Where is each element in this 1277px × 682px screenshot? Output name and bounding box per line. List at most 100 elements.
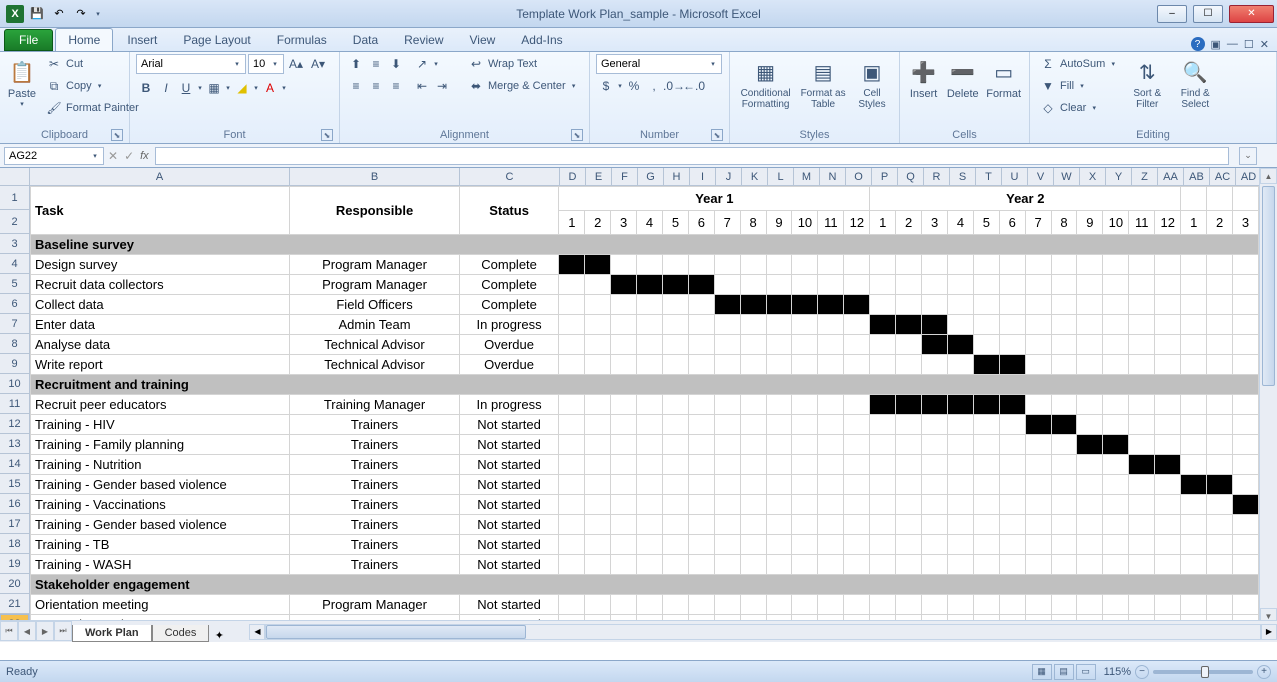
gantt-cell[interactable] (1129, 335, 1155, 355)
gantt-cell[interactable] (1129, 315, 1155, 335)
gantt-cell[interactable] (585, 515, 611, 535)
col-header[interactable]: O (846, 168, 872, 185)
row-header[interactable]: 18 (0, 534, 29, 554)
gantt-cell[interactable] (922, 535, 948, 555)
gantt-cell[interactable] (922, 395, 948, 415)
tab-view[interactable]: View (458, 29, 508, 51)
next-sheet-icon[interactable]: ▶ (36, 621, 54, 641)
gantt-cell[interactable] (1207, 355, 1233, 375)
task-cell[interactable]: Training - Family planning (31, 435, 290, 455)
gantt-cell[interactable] (688, 535, 714, 555)
gantt-cell[interactable] (870, 395, 896, 415)
name-box[interactable]: AG22▾ (4, 147, 104, 165)
gantt-cell[interactable] (948, 555, 974, 575)
gantt-cell[interactable] (922, 275, 948, 295)
gantt-cell[interactable] (1077, 435, 1103, 455)
formula-input[interactable] (155, 147, 1229, 165)
gantt-cell[interactable] (1025, 495, 1051, 515)
gantt-cell[interactable] (844, 335, 870, 355)
col-header[interactable]: W (1054, 168, 1080, 185)
gantt-cell[interactable] (662, 335, 688, 355)
section-row[interactable]: Recruitment and training (31, 375, 1259, 395)
gantt-cell[interactable] (870, 495, 896, 515)
month-header[interactable]: 1 (559, 211, 585, 235)
gantt-cell[interactable] (896, 515, 922, 535)
doc-close-icon[interactable]: ✕ (1260, 38, 1269, 51)
gantt-cell[interactable] (637, 395, 663, 415)
gantt-cell[interactable] (1051, 535, 1077, 555)
gantt-cell[interactable] (948, 495, 974, 515)
gantt-cell[interactable] (870, 255, 896, 275)
tab-addins[interactable]: Add-Ins (509, 29, 574, 51)
gantt-cell[interactable] (818, 355, 844, 375)
gantt-cell[interactable] (766, 495, 792, 515)
gantt-cell[interactable] (896, 275, 922, 295)
gantt-cell[interactable] (1025, 335, 1051, 355)
gantt-cell[interactable] (973, 515, 999, 535)
gantt-cell[interactable] (999, 275, 1025, 295)
gantt-cell[interactable] (896, 555, 922, 575)
month-header[interactable]: 7 (714, 211, 740, 235)
gantt-cell[interactable] (1051, 495, 1077, 515)
gantt-cell[interactable] (1155, 495, 1181, 515)
gantt-cell[interactable] (844, 355, 870, 375)
gantt-cell[interactable] (714, 595, 740, 615)
gantt-cell[interactable] (999, 415, 1025, 435)
gantt-cell[interactable] (559, 535, 585, 555)
gantt-cell[interactable] (1129, 415, 1155, 435)
gantt-cell[interactable] (740, 335, 766, 355)
gantt-cell[interactable] (1181, 435, 1207, 455)
gantt-cell[interactable] (611, 275, 637, 295)
gantt-cell[interactable] (559, 355, 585, 375)
gantt-cell[interactable] (922, 595, 948, 615)
gantt-cell[interactable] (714, 435, 740, 455)
gantt-cell[interactable] (1051, 255, 1077, 275)
month-header[interactable]: 6 (999, 211, 1025, 235)
hscroll-thumb[interactable] (266, 625, 526, 639)
sort-filter-button[interactable]: ⇅Sort & Filter (1125, 54, 1169, 110)
task-cell[interactable]: Write report (31, 355, 290, 375)
gantt-cell[interactable] (870, 555, 896, 575)
gantt-cell[interactable] (559, 275, 585, 295)
col-header[interactable]: B (290, 168, 460, 185)
gantt-cell[interactable] (896, 395, 922, 415)
gantt-cell[interactable] (1155, 595, 1181, 615)
gantt-cell[interactable] (1051, 435, 1077, 455)
gantt-cell[interactable] (585, 495, 611, 515)
paste-button[interactable]: 📋 Paste ▾ (6, 54, 38, 108)
gantt-cell[interactable] (1103, 455, 1129, 475)
status-cell[interactable]: Not started (459, 535, 559, 555)
gantt-cell[interactable] (1155, 315, 1181, 335)
col-header[interactable]: D (560, 168, 586, 185)
gantt-cell[interactable] (792, 355, 818, 375)
gantt-cell[interactable] (973, 495, 999, 515)
gantt-cell[interactable] (559, 475, 585, 495)
gantt-cell[interactable] (1207, 495, 1233, 515)
col-header[interactable]: K (742, 168, 768, 185)
status-cell[interactable]: Not started (459, 455, 559, 475)
gantt-cell[interactable] (1025, 255, 1051, 275)
gantt-cell[interactable] (1233, 295, 1259, 315)
fill-button[interactable]: ▼Fill▾ (1036, 76, 1121, 96)
row-header[interactable]: 6 (0, 294, 29, 314)
gantt-cell[interactable] (740, 315, 766, 335)
gantt-cell[interactable] (611, 435, 637, 455)
gantt-cell[interactable] (896, 295, 922, 315)
gantt-cell[interactable] (585, 555, 611, 575)
gantt-cell[interactable] (973, 335, 999, 355)
header-year1[interactable]: Year 1 (559, 187, 870, 211)
gantt-cell[interactable] (948, 595, 974, 615)
row-header[interactable]: 7 (0, 314, 29, 334)
row-header[interactable]: 1 (0, 186, 29, 210)
row-header[interactable]: 10 (0, 374, 29, 394)
gantt-cell[interactable] (662, 495, 688, 515)
gantt-cell[interactable] (559, 555, 585, 575)
gantt-cell[interactable] (585, 335, 611, 355)
gantt-cell[interactable] (559, 515, 585, 535)
gantt-cell[interactable] (662, 295, 688, 315)
gantt-cell[interactable] (870, 455, 896, 475)
gantt-cell[interactable] (1051, 515, 1077, 535)
gantt-cell[interactable] (948, 475, 974, 495)
gantt-cell[interactable] (896, 255, 922, 275)
gantt-cell[interactable] (792, 435, 818, 455)
